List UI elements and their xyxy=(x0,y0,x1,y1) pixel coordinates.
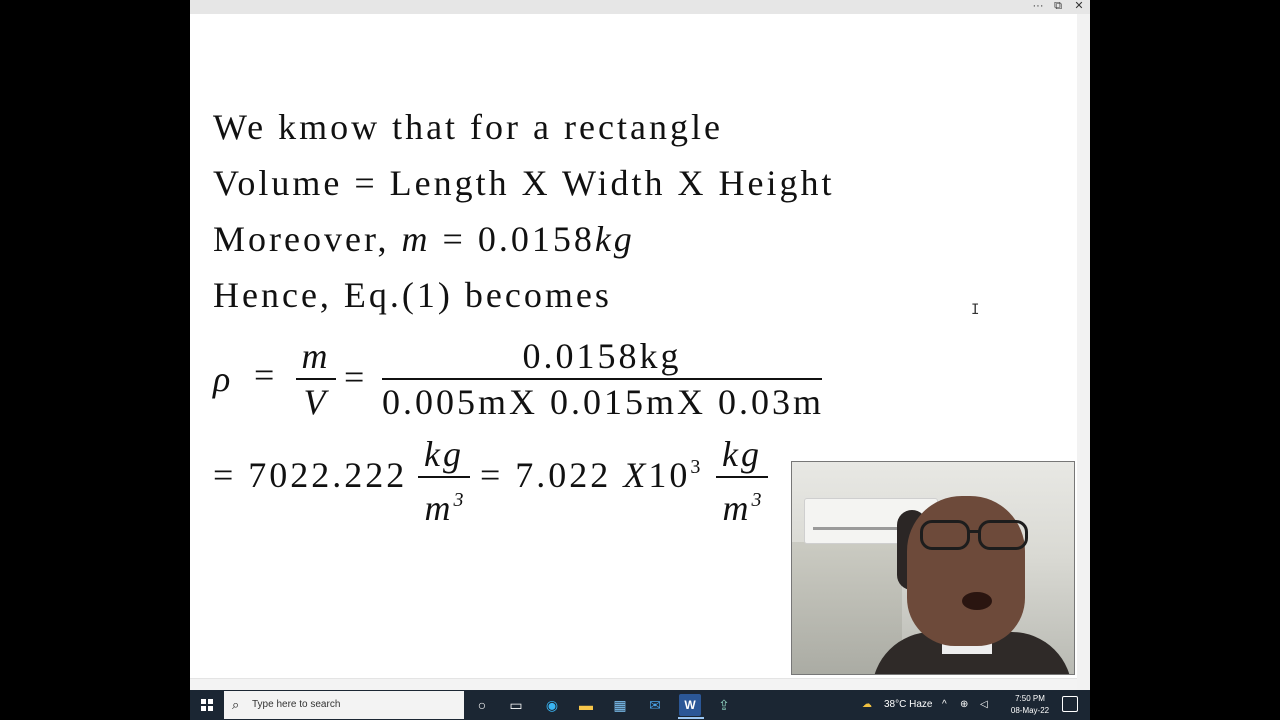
unit-kg-per-m3-2: kg m3 xyxy=(716,432,768,530)
fraction-denominator-dimensions: 0.005mX 0.015mX 0.03m xyxy=(382,382,825,422)
time-text: 7:50 PM xyxy=(1015,694,1045,703)
search-icon: ⌕ xyxy=(232,697,240,712)
fraction-denominator-v: V xyxy=(303,382,329,422)
chevron-up-icon[interactable]: ^ xyxy=(942,690,947,720)
search-box[interactable]: ⌕ Type here to search xyxy=(224,691,464,719)
edge-icon[interactable]: ◉ xyxy=(541,694,563,716)
fraction-density-values: 0.0158kg 0.005mX 0.015mX 0.03m xyxy=(382,334,822,424)
unit-numerator: kg xyxy=(424,434,464,474)
moreover-text: Moreover, xyxy=(213,219,402,259)
network-icon[interactable]: ⊕ xyxy=(960,690,968,720)
clock[interactable]: 7:50 PM 08-May-22 xyxy=(1002,693,1058,717)
taskbar: ⌕ Type here to search ○ ▭ ◉ ▬ ▦ ✉ W ⇪ ☁ … xyxy=(190,690,1090,720)
search-placeholder: Type here to search xyxy=(252,699,341,710)
volume-icon[interactable]: ◁ xyxy=(980,690,988,720)
title-bar: ··· ⧉ ✕ xyxy=(190,0,1090,14)
unit-kg-per-m3: kg m3 xyxy=(418,432,470,530)
file-explorer-icon[interactable]: ▬ xyxy=(575,694,597,716)
windows-logo-icon xyxy=(201,699,213,711)
start-button[interactable] xyxy=(190,690,224,720)
more-options-button[interactable]: ··· xyxy=(1028,0,1048,14)
fraction-m-over-v: m V xyxy=(296,334,336,424)
unit-denominator: m3 xyxy=(424,488,464,528)
close-button[interactable]: ✕ xyxy=(1069,0,1089,14)
fraction-numerator-m: m xyxy=(301,336,331,376)
notification-icon[interactable] xyxy=(1062,696,1078,712)
rho-symbol: ρ xyxy=(213,359,234,399)
cortana-icon[interactable]: ○ xyxy=(471,694,493,716)
equals-sign-2: = xyxy=(344,357,368,397)
slide-line-4: Hence, Eq.(1) becomes xyxy=(213,275,612,315)
task-view-icon[interactable]: ▭ xyxy=(505,694,527,716)
upload-app-icon[interactable]: ⇪ xyxy=(713,694,735,716)
webcam-overlay xyxy=(791,461,1075,675)
presenter-head xyxy=(907,496,1025,646)
mail-icon[interactable]: ✉ xyxy=(644,694,666,716)
date-text: 08-May-22 xyxy=(1010,706,1050,715)
slide-line-3: Moreover, m = 0.0158kg xyxy=(213,218,635,260)
word-icon[interactable]: W xyxy=(679,694,701,716)
equals-sign-1: = xyxy=(254,355,278,395)
active-app-indicator xyxy=(678,717,704,719)
text-cursor-icon: I xyxy=(971,302,980,318)
weather-text[interactable]: 38°C Haze xyxy=(884,690,932,720)
mass-variable: m xyxy=(401,219,431,259)
fraction-numerator-mass: 0.0158kg xyxy=(522,336,682,376)
unit-numerator: kg xyxy=(722,434,762,474)
store-icon[interactable]: ▦ xyxy=(609,694,631,716)
presenter-mouth xyxy=(962,592,992,610)
glasses xyxy=(920,520,1032,550)
restore-button[interactable]: ⧉ xyxy=(1048,0,1068,14)
unit-denominator: m3 xyxy=(722,488,762,528)
vertical-scrollbar[interactable] xyxy=(1077,14,1090,690)
scientific-result: = 7.022 X103 xyxy=(480,455,701,495)
mass-unit: kg xyxy=(594,219,635,259)
slide-line-1: We kmow that for a rectangle xyxy=(213,107,723,147)
mass-value: = 0.0158 xyxy=(430,219,595,259)
weather-icon: ☁ xyxy=(862,699,872,710)
result-value: = 7022.222 xyxy=(213,455,408,495)
slide-line-2: Volume = Length X Width X Height xyxy=(213,163,835,203)
